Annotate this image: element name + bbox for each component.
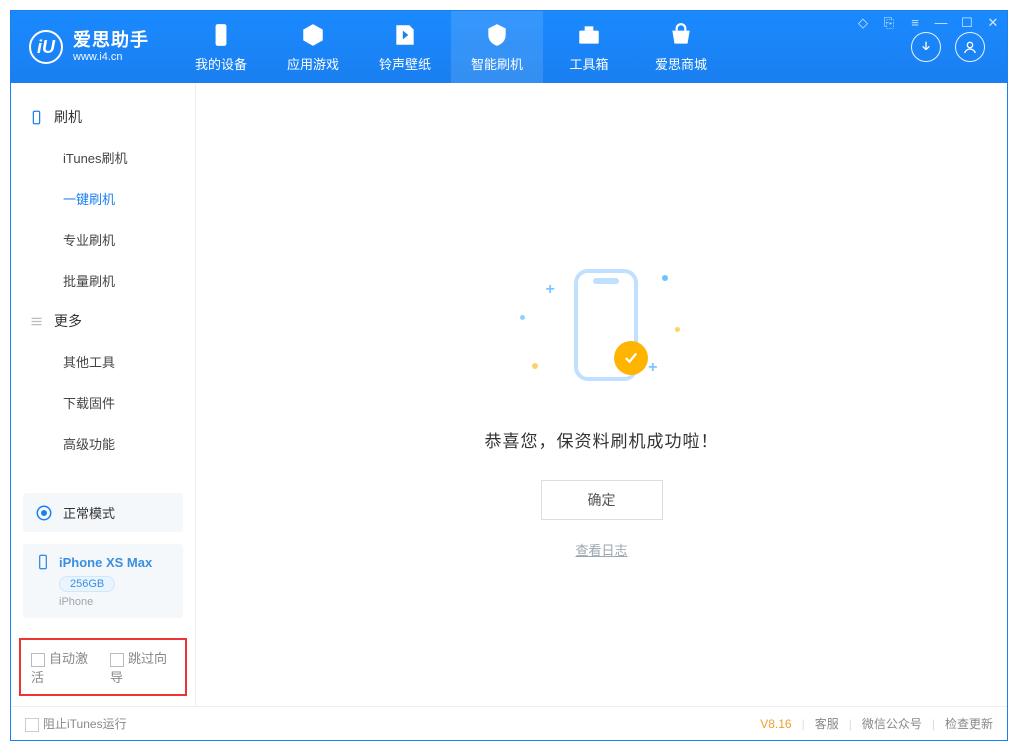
app-logo: iU 爱思助手 www.i4.cn [11, 30, 167, 64]
nav-my-device[interactable]: 我的设备 [175, 11, 267, 83]
nav-label: 我的设备 [195, 54, 247, 73]
sidebar-item-itunes-flash[interactable]: iTunes刷机 [11, 137, 195, 178]
sidebar-item-other-tools[interactable]: 其他工具 [11, 341, 195, 382]
nav-apps-games[interactable]: 应用游戏 [267, 11, 359, 83]
sidebar: 刷机 iTunes刷机 一键刷机 专业刷机 批量刷机 更多 其他工具 下载固件 … [11, 83, 196, 706]
device-capacity: 256GB [59, 576, 115, 592]
titlebar: ◇ ⎘ ≡ — ☐ ✕ iU 爱思助手 www.i4.cn 我的设备 应用游戏 [11, 11, 1007, 83]
sidebar-item-batch-flash[interactable]: 批量刷机 [11, 260, 195, 301]
user-button[interactable] [955, 32, 985, 62]
download-button[interactable] [911, 32, 941, 62]
minimize-button[interactable]: — [933, 15, 949, 31]
close-button[interactable]: ✕ [985, 15, 1001, 31]
footer: 阻止iTunes运行 V8.16 | 客服 | 微信公众号 | 检查更新 [11, 706, 1007, 740]
footer-link-wechat[interactable]: 微信公众号 [862, 715, 922, 732]
nav-label: 铃声壁纸 [379, 54, 431, 73]
device-icon [35, 554, 51, 570]
sidebar-section-more: 更多 [11, 301, 195, 341]
nav-smart-flash[interactable]: 智能刷机 [451, 11, 543, 83]
window-controls: ◇ ⎘ ≡ — ☐ ✕ [855, 15, 1001, 31]
nav-label: 智能刷机 [471, 54, 523, 73]
list-icon [29, 314, 44, 329]
maximize-button[interactable]: ☐ [959, 15, 975, 31]
nav-label: 爱思商城 [655, 54, 707, 73]
top-nav: 我的设备 应用游戏 铃声壁纸 智能刷机 工具箱 爱思商城 [175, 11, 727, 83]
sidebar-item-download-firmware[interactable]: 下载固件 [11, 382, 195, 423]
success-illustration: ++ [502, 263, 702, 403]
device-mode-card[interactable]: 正常模式 [23, 493, 183, 532]
footer-link-update[interactable]: 检查更新 [945, 715, 993, 732]
ok-button[interactable]: 确定 [541, 480, 663, 520]
check-badge-icon [614, 341, 648, 375]
device-type: iPhone [59, 596, 171, 608]
sidebar-section-flash: 刷机 [11, 97, 195, 137]
app-window: ◇ ⎘ ≡ — ☐ ✕ iU 爱思助手 www.i4.cn 我的设备 应用游戏 [10, 10, 1008, 741]
success-message: 恭喜您，保资料刷机成功啦！ [485, 427, 719, 452]
checkbox-skip-guide[interactable]: 跳过向导 [110, 648, 175, 686]
app-name: 爱思助手 [73, 31, 149, 51]
nav-store[interactable]: 爱思商城 [635, 11, 727, 83]
checkbox-block-itunes[interactable]: 阻止iTunes运行 [25, 715, 127, 732]
sidebar-item-advanced[interactable]: 高级功能 [11, 423, 195, 464]
mode-label: 正常模式 [63, 503, 115, 522]
nav-label: 应用游戏 [287, 54, 339, 73]
sidebar-item-oneclick-flash[interactable]: 一键刷机 [11, 178, 195, 219]
nav-ringtone-wallpaper[interactable]: 铃声壁纸 [359, 11, 451, 83]
version-label: V8.16 [760, 717, 791, 731]
nav-label: 工具箱 [569, 54, 608, 73]
body: 刷机 iTunes刷机 一键刷机 专业刷机 批量刷机 更多 其他工具 下载固件 … [11, 83, 1007, 706]
flash-options-highlight: 自动激活 跳过向导 [19, 638, 187, 696]
app-url: www.i4.cn [73, 51, 149, 63]
skin-icon[interactable]: ◇ [855, 15, 871, 31]
nav-toolbox[interactable]: 工具箱 [543, 11, 635, 83]
mode-icon [35, 504, 53, 522]
sidebar-item-pro-flash[interactable]: 专业刷机 [11, 219, 195, 260]
view-log-link[interactable]: 查看日志 [575, 540, 627, 559]
menu-icon[interactable]: ≡ [907, 15, 923, 31]
device-name: iPhone XS Max [59, 555, 152, 570]
footer-link-support[interactable]: 客服 [815, 715, 839, 732]
main-content: ++ 恭喜您，保资料刷机成功啦！ 确定 查看日志 [196, 83, 1007, 706]
feedback-icon[interactable]: ⎘ [881, 15, 897, 31]
phone-icon [29, 110, 44, 125]
device-card[interactable]: iPhone XS Max 256GB iPhone [23, 544, 183, 618]
logo-icon: iU [29, 30, 63, 64]
checkbox-auto-activate[interactable]: 自动激活 [31, 648, 96, 686]
